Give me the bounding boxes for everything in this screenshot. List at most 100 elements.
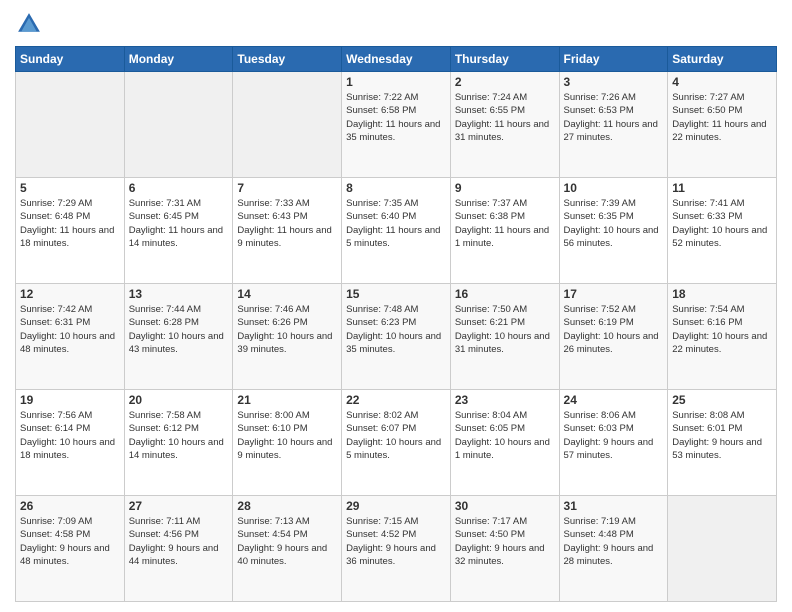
calendar-cell: 13Sunrise: 7:44 AMSunset: 6:28 PMDayligh… xyxy=(124,284,233,390)
day-number: 1 xyxy=(346,75,446,89)
day-info: Sunrise: 8:06 AMSunset: 6:03 PMDaylight:… xyxy=(564,409,664,462)
calendar-cell: 19 Sunrise: 7:56 AMSunset: 6:14 PMDayligh… xyxy=(16,390,125,496)
calendar-header-row: SundayMondayTuesdayWednesdayThursdayFrid… xyxy=(16,47,777,72)
day-info: Sunrise: 7:54 AMSunset: 6:16 PMDaylight:… xyxy=(672,303,772,356)
calendar-cell: 25 Sunrise: 8:08 AMSunset: 6:01 PMDayligh… xyxy=(668,390,777,496)
day-number: 3 xyxy=(564,75,664,89)
day-number: 18 xyxy=(672,287,772,301)
day-number: 17 xyxy=(564,287,664,301)
calendar-cell xyxy=(124,72,233,178)
day-number: 14 xyxy=(237,287,337,301)
day-number: 27 xyxy=(129,499,229,513)
header xyxy=(15,10,777,38)
calendar-cell: 23 Sunrise: 8:04 AMSunset: 6:05 PMDayligh… xyxy=(450,390,559,496)
calendar-header-tuesday: Tuesday xyxy=(233,47,342,72)
day-number: 25 xyxy=(672,393,772,407)
calendar-cell: 14 Sunrise: 7:46 AMSunset: 6:26 PMDayligh… xyxy=(233,284,342,390)
calendar-week-1: 1 Sunrise: 7:22 AMSunset: 6:58 PMDaylight… xyxy=(16,72,777,178)
day-number: 12 xyxy=(20,287,120,301)
day-number: 7 xyxy=(237,181,337,195)
day-info: Sunrise: 7:19 AMSunset: 4:48 PMDaylight:… xyxy=(564,515,664,568)
calendar-cell: 24 Sunrise: 8:06 AMSunset: 6:03 PMDayligh… xyxy=(559,390,668,496)
day-info: Sunrise: 8:04 AMSunset: 6:05 PMDaylight:… xyxy=(455,409,555,462)
calendar-header-sunday: Sunday xyxy=(16,47,125,72)
calendar-cell xyxy=(233,72,342,178)
calendar-header-friday: Friday xyxy=(559,47,668,72)
day-info: Sunrise: 7:37 AMSunset: 6:38 PMDaylight:… xyxy=(455,197,555,250)
day-info: Sunrise: 7:11 AMSunset: 4:56 PMDaylight:… xyxy=(129,515,229,568)
day-info: Sunrise: 7:33 AMSunset: 6:43 PMDaylight:… xyxy=(237,197,337,250)
day-number: 16 xyxy=(455,287,555,301)
calendar-cell: 31 Sunrise: 7:19 AMSunset: 4:48 PMDayligh… xyxy=(559,496,668,602)
day-number: 29 xyxy=(346,499,446,513)
calendar-cell: 15Sunrise: 7:48 AMSunset: 6:23 PMDayligh… xyxy=(342,284,451,390)
day-info: Sunrise: 7:31 AMSunset: 6:45 PMDaylight:… xyxy=(129,197,229,250)
calendar-cell: 2Sunrise: 7:24 AMSunset: 6:55 PMDaylight… xyxy=(450,72,559,178)
calendar-header-thursday: Thursday xyxy=(450,47,559,72)
day-number: 26 xyxy=(20,499,120,513)
calendar-week-5: 26 Sunrise: 7:09 AMSunset: 4:58 PMDayligh… xyxy=(16,496,777,602)
day-info: Sunrise: 7:50 AMSunset: 6:21 PMDaylight:… xyxy=(455,303,555,356)
day-info: Sunrise: 7:46 AMSunset: 6:26 PMDaylight:… xyxy=(237,303,337,356)
day-number: 4 xyxy=(672,75,772,89)
calendar-cell xyxy=(16,72,125,178)
calendar-header-saturday: Saturday xyxy=(668,47,777,72)
calendar-cell xyxy=(668,496,777,602)
day-info: Sunrise: 8:08 AMSunset: 6:01 PMDaylight:… xyxy=(672,409,772,462)
calendar-cell: 8Sunrise: 7:35 AMSunset: 6:40 PMDaylight… xyxy=(342,178,451,284)
calendar-cell: 10Sunrise: 7:39 AMSunset: 6:35 PMDayligh… xyxy=(559,178,668,284)
day-info: Sunrise: 8:02 AMSunset: 6:07 PMDaylight:… xyxy=(346,409,446,462)
day-number: 6 xyxy=(129,181,229,195)
calendar-cell: 1 Sunrise: 7:22 AMSunset: 6:58 PMDaylight… xyxy=(342,72,451,178)
calendar-week-4: 19 Sunrise: 7:56 AMSunset: 6:14 PMDayligh… xyxy=(16,390,777,496)
day-info: Sunrise: 7:29 AMSunset: 6:48 PMDaylight:… xyxy=(20,197,120,250)
calendar-cell: 29Sunrise: 7:15 AMSunset: 4:52 PMDayligh… xyxy=(342,496,451,602)
day-info: Sunrise: 7:42 AMSunset: 6:31 PMDaylight:… xyxy=(20,303,120,356)
calendar-header-monday: Monday xyxy=(124,47,233,72)
day-info: Sunrise: 7:35 AMSunset: 6:40 PMDaylight:… xyxy=(346,197,446,250)
calendar-cell: 11Sunrise: 7:41 AMSunset: 6:33 PMDayligh… xyxy=(668,178,777,284)
calendar-cell: 16 Sunrise: 7:50 AMSunset: 6:21 PMDayligh… xyxy=(450,284,559,390)
day-number: 31 xyxy=(564,499,664,513)
calendar-cell: 21 Sunrise: 8:00 AMSunset: 6:10 PMDayligh… xyxy=(233,390,342,496)
calendar-cell: 12 Sunrise: 7:42 AMSunset: 6:31 PMDayligh… xyxy=(16,284,125,390)
calendar-cell: 5Sunrise: 7:29 AMSunset: 6:48 PMDaylight… xyxy=(16,178,125,284)
calendar-cell: 30Sunrise: 7:17 AMSunset: 4:50 PMDayligh… xyxy=(450,496,559,602)
calendar-cell: 22 Sunrise: 8:02 AMSunset: 6:07 PMDayligh… xyxy=(342,390,451,496)
calendar-cell: 7 Sunrise: 7:33 AMSunset: 6:43 PMDaylight… xyxy=(233,178,342,284)
logo-icon xyxy=(15,10,43,38)
day-number: 28 xyxy=(237,499,337,513)
calendar-cell: 28 Sunrise: 7:13 AMSunset: 4:54 PMDayligh… xyxy=(233,496,342,602)
day-number: 11 xyxy=(672,181,772,195)
day-number: 23 xyxy=(455,393,555,407)
calendar-cell: 20Sunrise: 7:58 AMSunset: 6:12 PMDayligh… xyxy=(124,390,233,496)
day-info: Sunrise: 7:27 AMSunset: 6:50 PMDaylight:… xyxy=(672,91,772,144)
calendar-cell: 27 Sunrise: 7:11 AMSunset: 4:56 PMDayligh… xyxy=(124,496,233,602)
calendar-cell: 9Sunrise: 7:37 AMSunset: 6:38 PMDaylight… xyxy=(450,178,559,284)
calendar-cell: 4 Sunrise: 7:27 AMSunset: 6:50 PMDaylight… xyxy=(668,72,777,178)
day-number: 21 xyxy=(237,393,337,407)
day-info: Sunrise: 7:26 AMSunset: 6:53 PMDaylight:… xyxy=(564,91,664,144)
page: SundayMondayTuesdayWednesdayThursdayFrid… xyxy=(0,0,792,612)
logo xyxy=(15,10,47,38)
calendar-table: SundayMondayTuesdayWednesdayThursdayFrid… xyxy=(15,46,777,602)
day-info: Sunrise: 7:52 AMSunset: 6:19 PMDaylight:… xyxy=(564,303,664,356)
calendar-cell: 17 Sunrise: 7:52 AMSunset: 6:19 PMDayligh… xyxy=(559,284,668,390)
calendar-week-2: 5Sunrise: 7:29 AMSunset: 6:48 PMDaylight… xyxy=(16,178,777,284)
day-info: Sunrise: 7:22 AMSunset: 6:58 PMDaylight:… xyxy=(346,91,446,144)
day-info: Sunrise: 7:24 AMSunset: 6:55 PMDaylight:… xyxy=(455,91,555,144)
day-info: Sunrise: 7:44 AMSunset: 6:28 PMDaylight:… xyxy=(129,303,229,356)
day-info: Sunrise: 8:00 AMSunset: 6:10 PMDaylight:… xyxy=(237,409,337,462)
calendar-header-wednesday: Wednesday xyxy=(342,47,451,72)
day-number: 24 xyxy=(564,393,664,407)
day-info: Sunrise: 7:58 AMSunset: 6:12 PMDaylight:… xyxy=(129,409,229,462)
day-info: Sunrise: 7:13 AMSunset: 4:54 PMDaylight:… xyxy=(237,515,337,568)
day-info: Sunrise: 7:56 AMSunset: 6:14 PMDaylight:… xyxy=(20,409,120,462)
day-info: Sunrise: 7:09 AMSunset: 4:58 PMDaylight:… xyxy=(20,515,120,568)
calendar-week-3: 12 Sunrise: 7:42 AMSunset: 6:31 PMDayligh… xyxy=(16,284,777,390)
calendar-cell: 26 Sunrise: 7:09 AMSunset: 4:58 PMDayligh… xyxy=(16,496,125,602)
day-number: 19 xyxy=(20,393,120,407)
day-info: Sunrise: 7:39 AMSunset: 6:35 PMDaylight:… xyxy=(564,197,664,250)
day-info: Sunrise: 7:17 AMSunset: 4:50 PMDaylight:… xyxy=(455,515,555,568)
day-number: 22 xyxy=(346,393,446,407)
